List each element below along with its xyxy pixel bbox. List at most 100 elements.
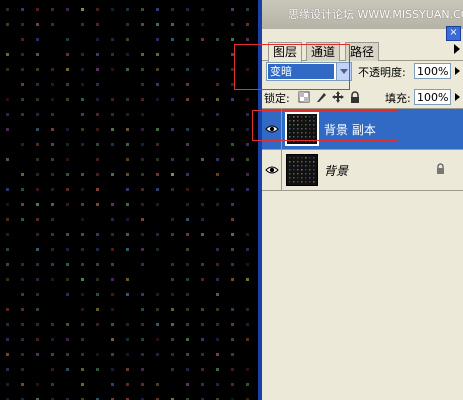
panel-close-button[interactable]: ×	[446, 26, 461, 41]
texture-dot	[111, 173, 114, 176]
texture-dot	[201, 128, 204, 131]
layer-row-background[interactable]: 背景	[262, 150, 463, 191]
texture-dot	[186, 353, 189, 356]
texture-dot	[141, 383, 144, 386]
lock-all-icon[interactable]	[349, 91, 361, 103]
fill-input[interactable]: 100%	[414, 89, 451, 105]
texture-dot	[293, 181, 295, 183]
thumbnail-dots	[289, 157, 315, 183]
texture-dot	[51, 23, 54, 26]
lock-transparency-icon[interactable]	[298, 91, 310, 103]
panel-menu-arrow-icon[interactable]	[454, 44, 460, 54]
texture-dot	[301, 169, 303, 171]
texture-dot	[186, 218, 189, 221]
texture-dot	[201, 68, 204, 71]
texture-dot	[293, 165, 295, 167]
texture-dot	[231, 98, 234, 101]
visibility-toggle[interactable]	[262, 150, 282, 190]
texture-dot	[111, 38, 114, 41]
texture-dot	[66, 323, 69, 326]
texture-dot	[126, 248, 129, 251]
image-canvas[interactable]	[0, 0, 258, 400]
texture-dot	[171, 308, 174, 311]
eye-icon	[265, 166, 279, 174]
texture-dot	[171, 218, 174, 221]
texture-dot	[51, 263, 54, 266]
opacity-slider-arrow-icon[interactable]	[455, 67, 460, 75]
texture-dot	[246, 263, 249, 266]
texture-dot	[171, 38, 174, 41]
texture-dot	[156, 128, 159, 131]
texture-dot	[51, 143, 54, 146]
texture-dot	[21, 23, 24, 26]
texture-dot	[186, 188, 189, 191]
texture-dot	[171, 53, 174, 56]
texture-dot	[141, 263, 144, 266]
texture-dot	[246, 143, 249, 146]
texture-dot	[289, 161, 291, 163]
fill-slider-arrow-icon[interactable]	[455, 93, 460, 101]
texture-dot	[246, 128, 249, 131]
texture-dot	[231, 308, 234, 311]
texture-dot	[96, 98, 99, 101]
texture-dot	[171, 368, 174, 371]
texture-dot	[36, 158, 39, 161]
texture-dot	[216, 263, 219, 266]
texture-dot	[81, 188, 84, 191]
texture-dot	[51, 98, 54, 101]
texture-dot	[81, 53, 84, 56]
texture-dot	[186, 308, 189, 311]
texture-dot	[81, 113, 84, 116]
texture-dot	[6, 233, 9, 236]
texture-dot	[111, 113, 114, 116]
texture-dot	[6, 68, 9, 71]
texture-dot	[96, 323, 99, 326]
texture-dot	[171, 293, 174, 296]
texture-dot	[246, 323, 249, 326]
texture-dot	[231, 323, 234, 326]
texture-dot	[141, 98, 144, 101]
texture-dot	[246, 278, 249, 281]
texture-dot	[21, 293, 24, 296]
texture-dot	[231, 218, 234, 221]
texture-dot	[6, 8, 9, 11]
texture-dot	[66, 68, 69, 71]
texture-dot	[21, 308, 24, 311]
panel-title-bar[interactable]: 思缘设计论坛 WWW.MISSYUAN.COM	[262, 0, 463, 29]
texture-dot	[81, 383, 84, 386]
texture-dot	[96, 83, 99, 86]
texture-dot	[289, 169, 291, 171]
texture-dot	[201, 23, 204, 26]
texture-dot	[66, 53, 69, 56]
texture-dot	[216, 113, 219, 116]
texture-dot	[156, 53, 159, 56]
texture-dot	[305, 177, 307, 179]
texture-dot	[81, 23, 84, 26]
texture-dot	[231, 353, 234, 356]
lock-position-move-icon[interactable]	[332, 91, 344, 103]
texture-dot	[126, 293, 129, 296]
texture-dot	[216, 173, 219, 176]
texture-dot	[66, 98, 69, 101]
texture-dot	[231, 278, 234, 281]
texture-dot	[186, 98, 189, 101]
texture-dot	[186, 338, 189, 341]
texture-dot	[36, 248, 39, 251]
texture-dot	[21, 188, 24, 191]
texture-dot	[293, 169, 295, 171]
texture-dot	[297, 165, 299, 167]
opacity-input[interactable]: 100%	[414, 63, 451, 79]
tab-paths[interactable]: 路径	[345, 42, 380, 61]
texture-dot	[111, 218, 114, 221]
texture-dot	[111, 368, 114, 371]
texture-dot	[216, 38, 219, 41]
texture-dot	[6, 353, 9, 356]
lock-pixels-brush-icon[interactable]	[315, 91, 327, 103]
texture-dot	[216, 248, 219, 251]
texture-dot	[171, 173, 174, 176]
layer-lock-icon	[437, 163, 444, 174]
texture-dot	[6, 188, 9, 191]
texture-dot	[111, 203, 114, 206]
texture-dot	[141, 353, 144, 356]
texture-dot	[6, 128, 9, 131]
